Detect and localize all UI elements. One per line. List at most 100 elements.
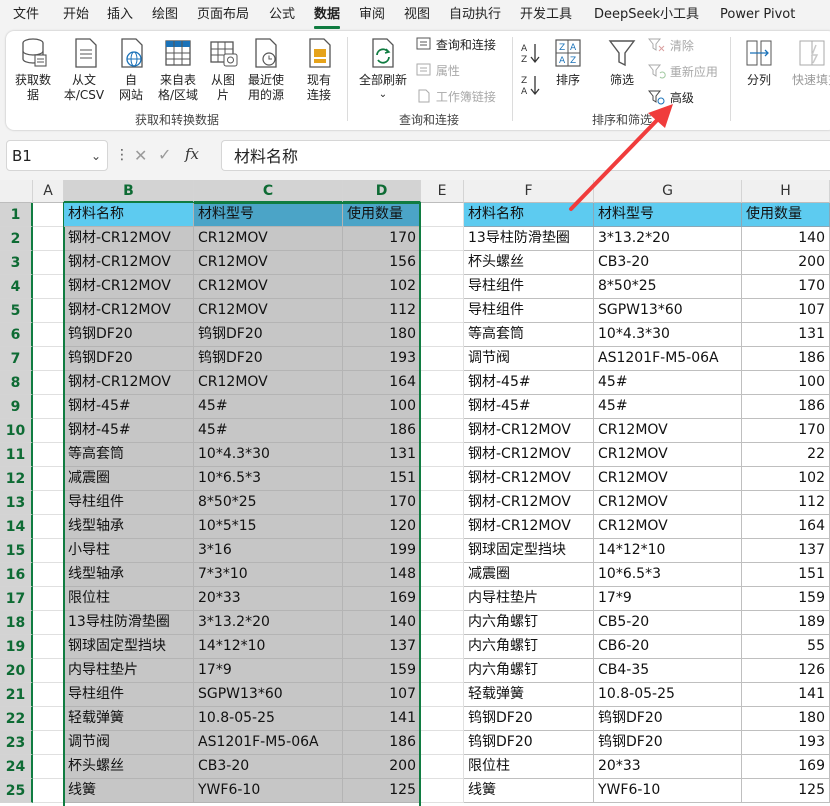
table-cell[interactable]: 钢材-CR12MOV bbox=[64, 251, 194, 275]
queries-connections-button[interactable]: 查询和连接 bbox=[416, 36, 496, 53]
tab-data[interactable]: 数据 bbox=[314, 0, 341, 30]
table-cell[interactable]: CR12MOV bbox=[594, 467, 742, 491]
tab-page-layout[interactable]: 页面布局 bbox=[197, 0, 249, 30]
table-cell[interactable]: 钢材-CR12MOV bbox=[464, 443, 594, 467]
empty-cell[interactable] bbox=[421, 371, 464, 395]
table-cell[interactable]: CR12MOV bbox=[194, 371, 343, 395]
empty-cell[interactable] bbox=[33, 611, 64, 635]
table-cell[interactable]: CR12MOV bbox=[194, 299, 343, 323]
row-header-17[interactable]: 17 bbox=[0, 587, 33, 611]
table-cell[interactable]: 199 bbox=[343, 539, 421, 563]
empty-cell[interactable] bbox=[33, 467, 64, 491]
empty-cell[interactable] bbox=[33, 755, 64, 779]
empty-cell[interactable] bbox=[421, 419, 464, 443]
empty-cell[interactable] bbox=[33, 659, 64, 683]
row-header-7[interactable]: 7 bbox=[0, 347, 33, 371]
table-cell[interactable]: CR12MOV bbox=[194, 251, 343, 275]
table-cell[interactable]: 导柱组件 bbox=[464, 275, 594, 299]
table-cell[interactable]: CB5-20 bbox=[594, 611, 742, 635]
table-cell[interactable]: 164 bbox=[742, 515, 830, 539]
table-cell[interactable]: 45# bbox=[194, 419, 343, 443]
table-cell[interactable]: 180 bbox=[742, 707, 830, 731]
empty-cell[interactable] bbox=[33, 371, 64, 395]
table-cell[interactable]: 8*50*25 bbox=[194, 491, 343, 515]
column-header-c[interactable]: C bbox=[194, 180, 343, 203]
table-cell[interactable]: 限位柱 bbox=[64, 587, 194, 611]
tab-draw[interactable]: 绘图 bbox=[152, 0, 178, 30]
empty-cell[interactable] bbox=[33, 779, 64, 803]
row-header-9[interactable]: 9 bbox=[0, 395, 33, 419]
empty-cell[interactable] bbox=[33, 515, 64, 539]
tab-file[interactable]: 文件 bbox=[13, 0, 39, 30]
table-cell[interactable]: SGPW13*60 bbox=[594, 299, 742, 323]
empty-cell[interactable] bbox=[33, 683, 64, 707]
table-cell[interactable]: 减震圈 bbox=[64, 467, 194, 491]
table-cell[interactable]: 小导柱 bbox=[64, 539, 194, 563]
table-cell[interactable]: 钢材-CR12MOV bbox=[64, 299, 194, 323]
get-data-button[interactable]: 获取数 据 bbox=[10, 35, 56, 107]
from-text-csv-button[interactable]: 从文 本/CSV bbox=[62, 35, 106, 107]
table-cell[interactable]: CB3-20 bbox=[194, 755, 343, 779]
empty-cell[interactable] bbox=[33, 347, 64, 371]
table-cell[interactable]: YWF6-10 bbox=[594, 779, 742, 803]
table-cell[interactable]: 钢材-45# bbox=[464, 371, 594, 395]
table-cell[interactable]: 钢球固定型挡块 bbox=[64, 635, 194, 659]
table-cell[interactable]: 151 bbox=[742, 563, 830, 587]
table-cell[interactable]: 170 bbox=[742, 275, 830, 299]
table-cell[interactable]: 141 bbox=[742, 683, 830, 707]
table-cell[interactable]: 140 bbox=[343, 611, 421, 635]
row-header-4[interactable]: 4 bbox=[0, 275, 33, 299]
column-header-b[interactable]: B bbox=[64, 180, 194, 203]
empty-cell[interactable] bbox=[421, 515, 464, 539]
table-cell[interactable]: 3*13.2*20 bbox=[194, 611, 343, 635]
row-header-18[interactable]: 18 bbox=[0, 611, 33, 635]
table-cell[interactable]: 102 bbox=[742, 467, 830, 491]
table-header-cell[interactable]: 材料名称 bbox=[464, 203, 594, 227]
table-cell[interactable]: 钢材-CR12MOV bbox=[64, 371, 194, 395]
empty-cell[interactable] bbox=[421, 251, 464, 275]
table-cell[interactable]: CR12MOV bbox=[594, 419, 742, 443]
table-cell[interactable]: 107 bbox=[343, 683, 421, 707]
empty-cell[interactable] bbox=[33, 251, 64, 275]
table-cell[interactable]: 钨钢DF20 bbox=[594, 707, 742, 731]
empty-cell[interactable] bbox=[421, 779, 464, 803]
filter-button[interactable]: 筛选 bbox=[604, 35, 640, 107]
table-cell[interactable]: 内六角螺钉 bbox=[464, 659, 594, 683]
table-cell[interactable]: 112 bbox=[742, 491, 830, 515]
empty-cell[interactable] bbox=[33, 443, 64, 467]
row-header-21[interactable]: 21 bbox=[0, 683, 33, 707]
table-cell[interactable]: 钢材-45# bbox=[64, 419, 194, 443]
table-cell[interactable]: 170 bbox=[742, 419, 830, 443]
empty-cell[interactable] bbox=[421, 467, 464, 491]
table-cell[interactable]: 钨钢DF20 bbox=[64, 323, 194, 347]
table-cell[interactable]: 导柱组件 bbox=[64, 683, 194, 707]
empty-cell[interactable] bbox=[421, 203, 464, 227]
table-cell[interactable]: 17*9 bbox=[594, 587, 742, 611]
table-cell[interactable]: 112 bbox=[343, 299, 421, 323]
table-cell[interactable]: 20*33 bbox=[194, 587, 343, 611]
table-cell[interactable]: 170 bbox=[343, 227, 421, 251]
table-cell[interactable]: 14*12*10 bbox=[594, 539, 742, 563]
table-cell[interactable]: 钢球固定型挡块 bbox=[464, 539, 594, 563]
table-cell[interactable]: 10.8-05-25 bbox=[194, 707, 343, 731]
tab-deepseek[interactable]: DeepSeek小工具 bbox=[594, 0, 699, 30]
column-header-d[interactable]: D bbox=[343, 180, 421, 203]
table-cell[interactable]: 10*4.3*30 bbox=[194, 443, 343, 467]
empty-cell[interactable] bbox=[421, 611, 464, 635]
table-cell[interactable]: 140 bbox=[742, 227, 830, 251]
table-cell[interactable]: SGPW13*60 bbox=[194, 683, 343, 707]
table-cell[interactable]: 钢材-CR12MOV bbox=[464, 467, 594, 491]
table-cell[interactable]: 137 bbox=[343, 635, 421, 659]
empty-cell[interactable] bbox=[421, 707, 464, 731]
table-cell[interactable]: 14*12*10 bbox=[194, 635, 343, 659]
table-cell[interactable]: 钨钢DF20 bbox=[464, 731, 594, 755]
row-header-1[interactable]: 1 bbox=[0, 203, 33, 227]
table-cell[interactable]: CR12MOV bbox=[594, 515, 742, 539]
row-header-2[interactable]: 2 bbox=[0, 227, 33, 251]
empty-cell[interactable] bbox=[33, 707, 64, 731]
empty-cell[interactable] bbox=[33, 563, 64, 587]
row-header-10[interactable]: 10 bbox=[0, 419, 33, 443]
table-cell[interactable]: 13导柱防滑垫圈 bbox=[64, 611, 194, 635]
table-cell[interactable]: 131 bbox=[742, 323, 830, 347]
table-cell[interactable]: 导柱组件 bbox=[64, 491, 194, 515]
